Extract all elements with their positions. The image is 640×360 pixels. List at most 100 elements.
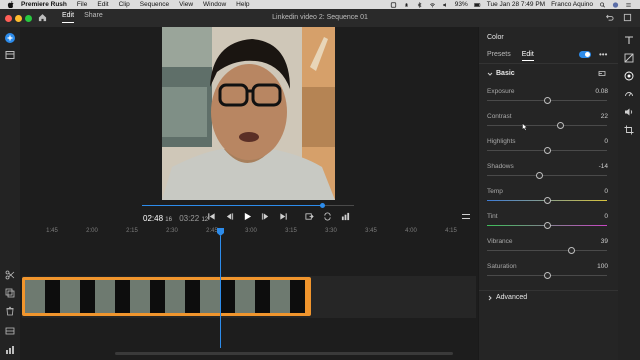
playhead[interactable] (220, 236, 221, 348)
color-icon[interactable] (624, 71, 634, 81)
menu-clip[interactable]: Clip (119, 1, 130, 8)
play-icon[interactable] (243, 212, 252, 221)
exposure-slider[interactable] (487, 97, 607, 104)
contrast-slider[interactable] (487, 122, 607, 129)
saturation-slider[interactable] (487, 272, 607, 279)
more-options-button[interactable]: ••• (599, 50, 607, 59)
param-value-shadows[interactable]: -14 (599, 163, 608, 170)
ruler-tick: 4:00 (405, 228, 417, 234)
color-enable-toggle[interactable] (579, 51, 591, 58)
param-value-exposure[interactable]: 0.08 (595, 88, 608, 95)
project-panel-icon[interactable] (5, 50, 15, 60)
delete-clip-icon[interactable] (5, 306, 15, 316)
slider-knob[interactable] (535, 172, 543, 179)
tab-presets[interactable]: Presets (487, 51, 511, 61)
avatar[interactable] (612, 1, 619, 8)
add-media-button[interactable] (5, 33, 15, 43)
zoom-timeline-icon[interactable] (5, 345, 15, 355)
highlights-slider[interactable] (487, 147, 607, 154)
slider-knob[interactable] (568, 247, 575, 254)
volume-icon[interactable] (442, 2, 449, 8)
section-header-advanced[interactable]: Advanced (496, 294, 527, 301)
slider-knob[interactable] (544, 97, 551, 104)
tab-share[interactable]: Share (84, 12, 103, 23)
tab-edit-color[interactable]: Edit (521, 51, 534, 61)
chevron-right-icon[interactable] (487, 295, 493, 301)
speed-icon[interactable] (624, 89, 634, 99)
param-label-temp: Temp (487, 188, 503, 195)
battery-icon[interactable] (473, 2, 481, 8)
go-to-end-icon[interactable] (279, 212, 288, 221)
param-label-exposure: Exposure (487, 88, 515, 95)
total-duration: 03:22 (179, 214, 200, 223)
hamburger-menu-icon[interactable] (462, 213, 470, 220)
clip-thumbnail-gap (150, 280, 165, 313)
param-value-tint[interactable]: 0 (604, 213, 608, 220)
slider-knob[interactable] (544, 197, 551, 204)
playhead-handle[interactable] (217, 228, 224, 236)
search-icon[interactable] (599, 1, 606, 8)
current-time: 02:48 (143, 214, 164, 223)
param-value-contrast[interactable]: 22 (601, 113, 608, 120)
param-value-temp[interactable]: 0 (604, 188, 608, 195)
bell-icon[interactable] (403, 2, 410, 8)
duplicate-clip-icon[interactable] (5, 288, 15, 298)
timeline-ruler[interactable]: 1:45 2:00 2:15 2:30 2:45 3:00 3:15 3:30 … (22, 228, 476, 238)
split-clip-icon[interactable] (5, 270, 15, 280)
transitions-icon[interactable] (624, 53, 634, 63)
minimize-window-button[interactable] (15, 15, 22, 22)
tint-slider[interactable] (487, 222, 607, 229)
slider-knob[interactable] (544, 147, 551, 154)
progress-knob[interactable] (320, 203, 326, 208)
loop-icon[interactable] (323, 212, 332, 221)
apple-menu-icon[interactable] (7, 1, 15, 8)
go-to-start-icon[interactable] (207, 212, 216, 221)
menu-help[interactable]: Help (236, 1, 249, 8)
track-controls-icon[interactable] (5, 326, 15, 336)
slider-knob[interactable] (544, 222, 551, 229)
playback-progress-bar[interactable] (142, 203, 354, 208)
shadows-slider[interactable] (487, 172, 607, 179)
vibrance-slider[interactable] (487, 247, 607, 254)
undo-icon[interactable] (605, 13, 614, 22)
section-header-basic[interactable]: Basic (496, 70, 515, 77)
param-value-highlights[interactable]: 0 (604, 138, 608, 145)
menu-file[interactable]: File (77, 1, 87, 8)
frame-export-icon[interactable] (305, 212, 314, 221)
bluetooth-icon[interactable] (416, 1, 423, 8)
left-toolbar (0, 27, 20, 360)
temp-slider[interactable] (487, 197, 607, 204)
home-icon[interactable] (38, 13, 47, 22)
menu-view[interactable]: View (179, 1, 193, 8)
menu-edit[interactable]: Edit (97, 1, 108, 8)
step-forward-icon[interactable] (261, 212, 270, 221)
maximize-window-button[interactable] (25, 15, 32, 22)
titles-icon[interactable] (624, 35, 634, 45)
video-clip[interactable] (22, 277, 311, 316)
slider-knob[interactable] (557, 122, 565, 129)
video-preview[interactable] (162, 27, 335, 200)
tab-edit[interactable]: Edit (62, 12, 75, 23)
timeline-scrollbar[interactable] (115, 352, 453, 355)
status-icon[interactable] (390, 1, 397, 8)
menubar-user[interactable]: Franco Aquino (551, 1, 593, 8)
menubar-datetime[interactable]: Tue Jan 28 7:49 PM (487, 1, 545, 8)
close-window-button[interactable] (5, 15, 12, 22)
menu-window[interactable]: Window (203, 1, 226, 8)
param-value-vibrance[interactable]: 39 (601, 238, 608, 245)
audio-meter-icon[interactable] (341, 212, 350, 221)
menu-app-name[interactable]: Premiere Rush (21, 1, 67, 8)
wifi-icon[interactable] (429, 2, 436, 8)
fullscreen-icon[interactable] (623, 13, 632, 22)
slider-knob[interactable] (544, 272, 551, 279)
ruler-tick: 2:00 (86, 228, 98, 234)
chevron-down-icon[interactable] (487, 71, 493, 77)
step-back-icon[interactable] (225, 212, 234, 221)
reset-icon[interactable] (598, 70, 606, 77)
menu-sequence[interactable]: Sequence (140, 1, 169, 8)
audio-icon[interactable] (624, 107, 634, 117)
control-center-icon[interactable] (625, 2, 632, 8)
crop-transform-icon[interactable] (624, 125, 634, 135)
ruler-tick: 2:30 (166, 228, 178, 234)
param-value-saturation[interactable]: 100 (597, 263, 608, 270)
